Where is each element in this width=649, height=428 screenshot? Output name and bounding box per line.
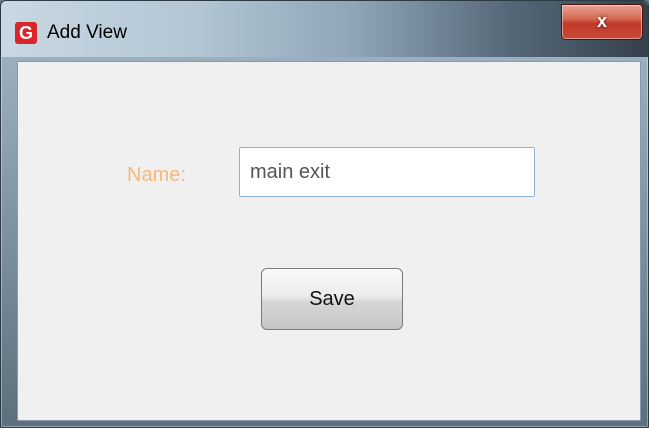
- add-view-dialog: G Add View x Name: Save: [0, 0, 649, 428]
- app-logo-icon: G: [15, 22, 37, 44]
- close-icon: x: [596, 11, 607, 31]
- save-button[interactable]: Save: [261, 268, 403, 330]
- close-button[interactable]: x: [561, 4, 643, 40]
- name-label: Name:: [127, 164, 186, 186]
- dialog-body: [17, 61, 641, 421]
- name-input[interactable]: [239, 147, 535, 197]
- window-title: Add View: [47, 22, 127, 43]
- title-bar[interactable]: G Add View x: [1, 1, 648, 57]
